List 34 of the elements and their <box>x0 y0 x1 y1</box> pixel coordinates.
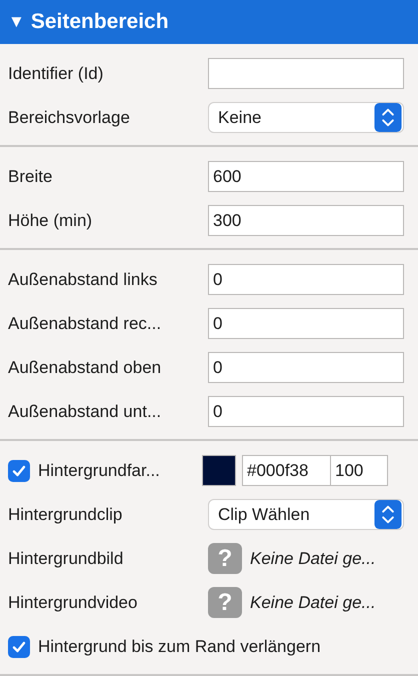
checkbox[interactable] <box>8 636 30 658</box>
checkbox[interactable] <box>8 460 30 482</box>
stepper-arrows-icon <box>374 103 402 132</box>
field-label: Hintergrundvideo <box>8 592 138 612</box>
file-name-text: Keine Datei ge... <box>250 548 376 568</box>
field-label: Höhe (min) <box>8 210 94 230</box>
input-field[interactable]: 300 <box>208 205 404 236</box>
dropdown[interactable]: Clip Wählen <box>208 499 404 530</box>
field-label: Außenabstand links <box>8 270 158 290</box>
opacity-input-field[interactable]: 100 <box>331 455 388 486</box>
hex-input-field[interactable]: #000f38 <box>242 455 331 486</box>
disclosure-triangle-icon[interactable]: ▼ <box>8 12 25 32</box>
dropdown[interactable]: Keine <box>208 102 404 133</box>
field-label: Identifier (Id) <box>8 64 104 84</box>
field-label: Hintergrundbild <box>8 548 124 568</box>
input-field[interactable] <box>208 58 404 89</box>
input-field[interactable]: 0 <box>208 396 404 427</box>
checkbox-label: Hintergrund bis zum Rand verlängern <box>38 636 321 656</box>
checkbox-label: Hintergrundfar... <box>38 460 161 480</box>
field-label: Hintergrundclip <box>8 504 124 524</box>
field-label: Bereichsvorlage <box>8 108 131 128</box>
input-field[interactable]: 0 <box>208 352 404 383</box>
panel-header[interactable]: ▼ Seitenbereich <box>0 0 418 44</box>
input-field[interactable]: 0 <box>208 308 404 339</box>
panel-title: Seitenbereich <box>30 10 169 34</box>
field-label: Außenabstand oben <box>8 358 162 378</box>
field-label: Außenabstand unt... <box>8 402 162 422</box>
color-swatch[interactable] <box>202 455 236 486</box>
input-field[interactable]: 0 <box>208 264 404 295</box>
field-label: Außenabstand rec... <box>8 314 162 334</box>
input-field[interactable]: 600 <box>208 161 404 192</box>
field-label: Breite <box>8 166 54 186</box>
file-name-text: Keine Datei ge... <box>250 592 376 612</box>
stepper-arrows-icon <box>374 500 402 529</box>
